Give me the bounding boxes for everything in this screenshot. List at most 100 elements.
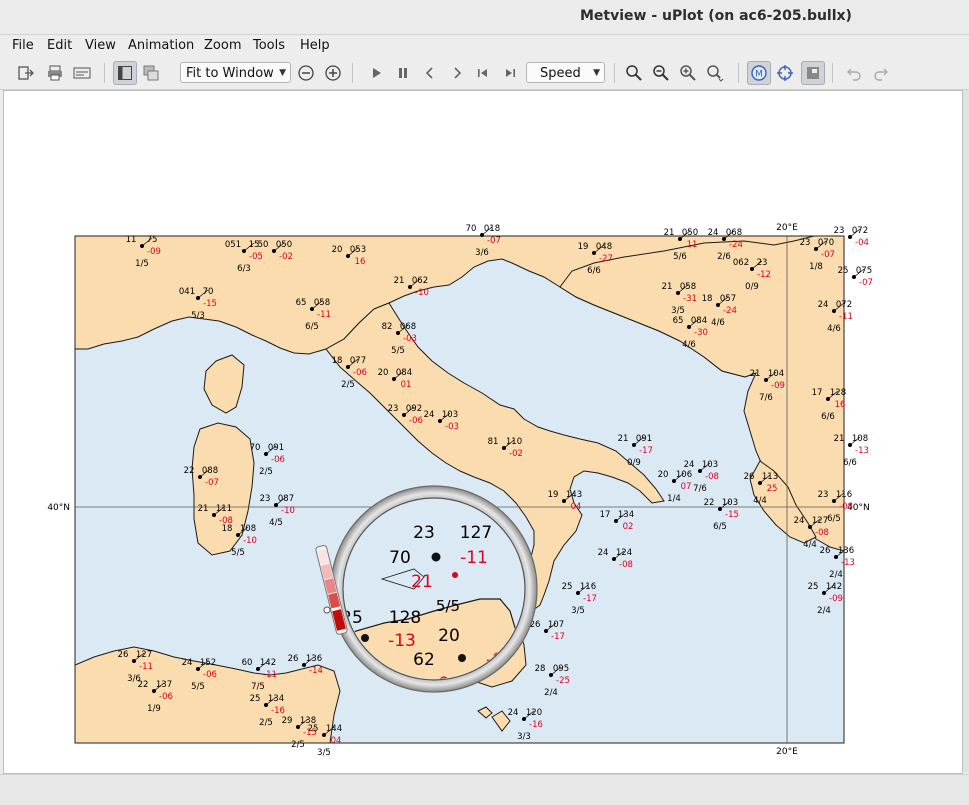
station-pressure: 108	[240, 524, 256, 534]
station-value: 20	[332, 245, 343, 255]
menu-zoom[interactable]: Zoom	[204, 38, 241, 53]
station-cloud-cover: 0/9	[745, 282, 759, 292]
menu-help[interactable]: Help	[300, 38, 330, 53]
menu-animation[interactable]: Animation	[128, 38, 194, 53]
zoom-in-icon[interactable]	[322, 62, 344, 84]
station-tendency: -11	[839, 312, 853, 322]
station-pressure: 137	[156, 680, 172, 690]
station-cloud-cover: 0/9	[627, 458, 641, 468]
station-cloud-cover: 7/5	[251, 682, 265, 692]
plot-canvas[interactable]: 20°E 20°E 40°N 40°N 11 75 -09 1/5 051 15 -05 6/…	[3, 90, 963, 774]
sidebar-toggle-icon[interactable]	[113, 61, 137, 85]
station-value: 20	[378, 368, 389, 378]
lat-label-left: 40°N	[47, 503, 70, 513]
print-icon[interactable]	[44, 62, 66, 84]
menu-file[interactable]: File	[12, 38, 34, 53]
station-cloud-cover: 7/6	[759, 393, 773, 403]
first-frame-icon[interactable]	[472, 62, 494, 84]
station-tendency: -24	[723, 306, 737, 316]
station-pressure: 095	[553, 664, 569, 674]
station-value: 18	[222, 524, 233, 534]
station-cloud-cover: 1/5	[135, 259, 149, 269]
station-value: 21	[834, 434, 845, 444]
station-cloud-cover: 5/5	[191, 682, 205, 692]
undo-icon[interactable]	[843, 62, 865, 84]
preview-icon[interactable]	[71, 62, 93, 84]
station-value: 25	[838, 266, 849, 276]
station-tendency: -02	[279, 252, 293, 262]
station-value: 062	[733, 258, 749, 268]
station-cloud-cover: 1/8	[809, 262, 823, 272]
speed-select[interactable]: Speed ▼	[526, 62, 605, 83]
station-value: 23	[260, 494, 271, 504]
zoom-out-lens-icon[interactable]	[650, 62, 672, 84]
station-cloud-cover: 3/5	[671, 306, 685, 316]
station-value: 21	[662, 282, 673, 292]
station-tendency: -16	[271, 706, 285, 716]
station-pressure: 111	[216, 504, 232, 514]
toolbar-separator	[832, 63, 833, 83]
redo-icon[interactable]	[870, 62, 892, 84]
station-pressure: 103	[702, 460, 718, 470]
toolbar-separator	[738, 63, 739, 83]
station-cloud-cover: 2/4	[817, 606, 831, 616]
step-forward-icon[interactable]	[446, 62, 468, 84]
vertical-scrollbar[interactable]	[963, 90, 969, 772]
window-title: Metview - uPlot (on ac6-205.bullx)	[580, 8, 852, 24]
slider-handle[interactable]	[323, 606, 331, 614]
zoom-out-icon[interactable]	[295, 62, 317, 84]
station-tendency: 01	[401, 380, 412, 390]
station-pressure: 062	[412, 276, 428, 286]
station-cloud-cover: 5/6	[673, 252, 687, 262]
magnify-icon[interactable]	[623, 62, 645, 84]
station-value: 24	[424, 410, 435, 420]
zoom-stack-icon[interactable]	[704, 62, 726, 84]
station-tendency: 25	[767, 484, 778, 494]
station-pressure: 018	[484, 224, 500, 234]
station-tendency: -03	[403, 334, 417, 344]
station-tendency: -13	[841, 558, 855, 568]
layers-icon[interactable]	[140, 62, 162, 84]
station-tendency: -11	[139, 662, 153, 672]
station-value: 26	[820, 546, 831, 556]
station-tendency: 04	[571, 502, 582, 512]
status-bar	[0, 774, 969, 805]
menu-edit[interactable]: Edit	[47, 38, 72, 53]
station-pressure: 142	[826, 582, 842, 592]
lens-station2-b: 128	[389, 608, 421, 628]
export-icon[interactable]	[15, 62, 37, 84]
station-cloud-cover: 6/6	[587, 266, 601, 276]
station-pressure: 091	[636, 434, 652, 444]
station-pressure: 068	[400, 322, 416, 332]
magnifier-tool-icon[interactable]: M	[747, 61, 771, 85]
lens-station1-b: 127	[460, 523, 492, 543]
station-pressure: 70	[203, 287, 214, 297]
zoom-fit-select[interactable]: Fit to Window ▼	[180, 62, 291, 83]
step-back-icon[interactable]	[419, 62, 441, 84]
menu-view[interactable]: View	[85, 38, 116, 53]
menu-tools[interactable]: Tools	[253, 38, 285, 53]
station-tendency: -04	[855, 238, 869, 248]
cursor-data-icon[interactable]	[774, 62, 796, 84]
station-tendency: -06	[271, 455, 285, 465]
station-pressure: 075	[856, 266, 872, 276]
station-cloud-cover: 7/6	[693, 484, 707, 494]
station-cloud-cover: 4/6	[682, 340, 696, 350]
station-cloud-cover: 2/5	[341, 380, 355, 390]
lens-station2-c: 5/5	[436, 597, 460, 615]
station-value: 25	[562, 582, 573, 592]
data-panel-icon[interactable]	[801, 61, 825, 85]
station-pressure: 138	[300, 716, 316, 726]
station-cloud-cover: 1/9	[147, 704, 161, 714]
station-cloud-cover: 3/6	[475, 248, 489, 258]
pause-icon[interactable]	[392, 62, 414, 84]
zoom-in-lens-icon[interactable]	[677, 62, 699, 84]
play-icon[interactable]	[365, 62, 387, 84]
station-cloud-cover: 5/5	[231, 548, 245, 558]
station-pressure: 116	[580, 582, 596, 592]
station-tendency: -08	[815, 528, 829, 538]
station-tendency: -14	[309, 666, 323, 676]
station-cloud-cover: 4/5	[269, 518, 283, 528]
station-cloud-cover: 6/5	[827, 514, 841, 524]
last-frame-icon[interactable]	[499, 62, 521, 84]
